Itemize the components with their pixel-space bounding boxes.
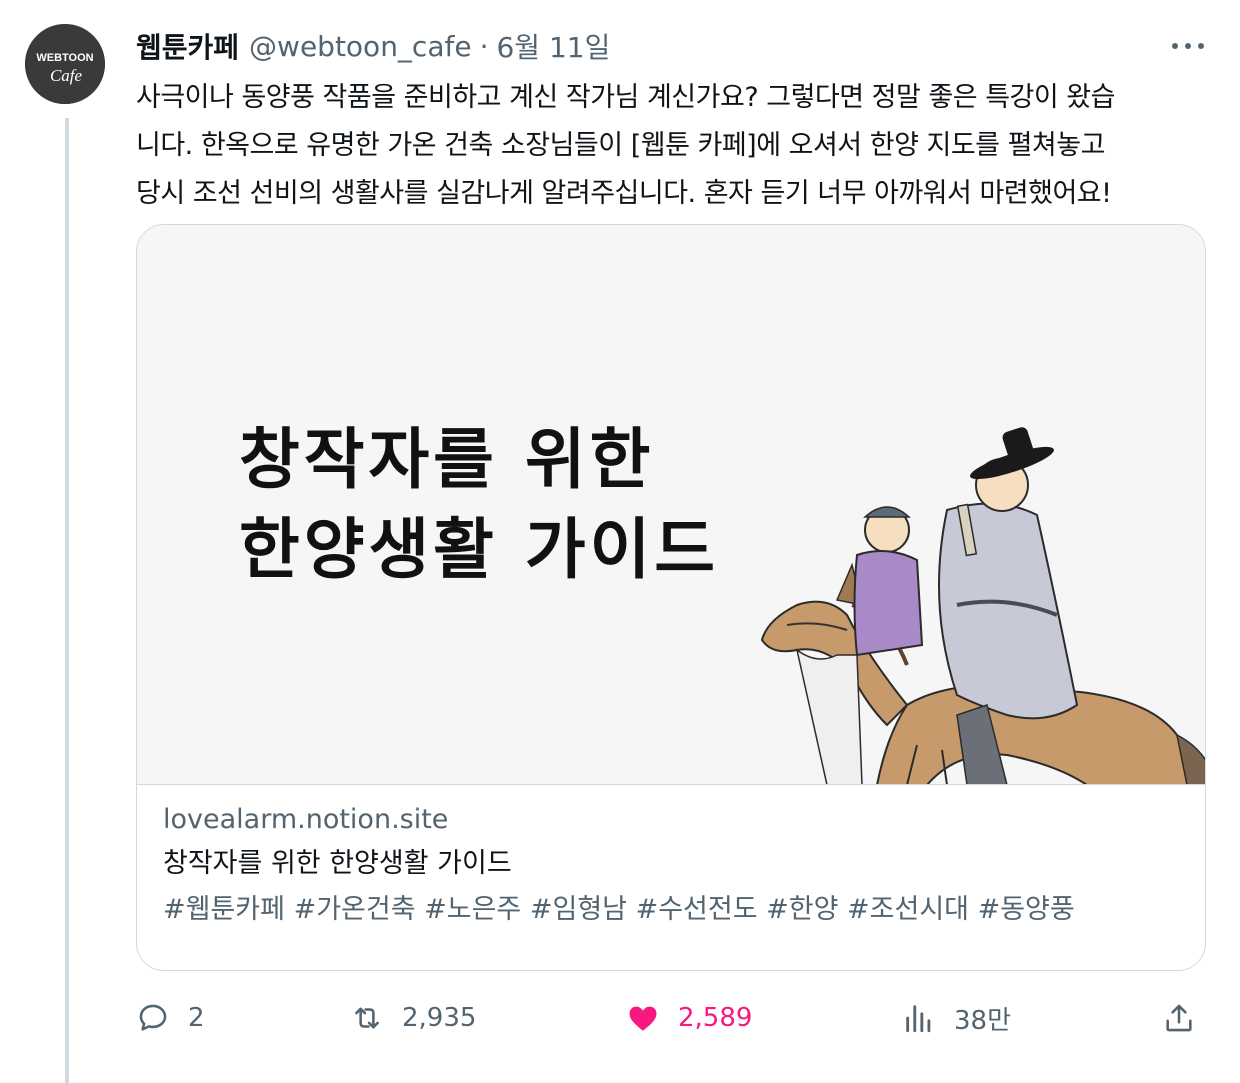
tweet-text-line: 사극이나 동양풍 작품을 준비하고 계신 작가님 계신가요? 그렇다면 정말 좋… <box>136 82 1115 113</box>
tweet[interactable]: 웹툰카페 @webtoon_cafe · 6월 11일 사극이나 동양풍 작품을… <box>136 26 1206 971</box>
tweet-actions: 2 2,935 2,589 38만 <box>136 996 1206 1040</box>
tweet-text-line: 니다. 한옥으로 유명한 가온 건축 소장님들이 [웹툰 카페]에 오셔서 한양… <box>136 130 1105 161</box>
webtoon-cafe-logo: WEBTOON Cafe <box>25 24 105 104</box>
horse-rider-illustration <box>760 427 1205 784</box>
card-meta: lovealarm.notion.site 창작자를 위한 한양생활 가이드 #… <box>163 799 1183 933</box>
retweet-count: 2,935 <box>402 1003 477 1033</box>
tweet-date[interactable]: 6월 11일 <box>496 26 610 66</box>
tweet-header: 웹툰카페 @webtoon_cafe · 6월 11일 <box>136 26 1206 66</box>
svg-text:WEBTOON: WEBTOON <box>36 52 93 64</box>
retweet-button[interactable]: 2,935 <box>350 996 476 1040</box>
link-card[interactable]: 창작자를 위한 한양생활 가이드 lovealarm.notion.site 창… <box>136 224 1206 971</box>
speech-bubble-icon <box>139 1004 167 1031</box>
display-name[interactable]: 웹툰카페 <box>136 26 239 66</box>
card-tags: #웹툰카페 #가온건축 #노은주 #임형남 #수선전도 #한양 #조선시대 #동… <box>163 894 1075 925</box>
card-domain: lovealarm.notion.site <box>163 804 449 835</box>
like-button[interactable]: 2,589 <box>626 996 752 1040</box>
svg-text:Cafe: Cafe <box>50 66 83 85</box>
share-button[interactable] <box>1162 996 1214 1040</box>
view-count: 38만 <box>954 1005 1012 1036</box>
tweet-text-line: 당시 조선 선비의 생활사를 실감나게 알려주십니다. 혼자 듣기 너무 아까워… <box>136 178 1112 209</box>
bar-chart-icon <box>906 1005 931 1033</box>
handle[interactable]: @webtoon_cafe <box>249 30 472 63</box>
share-upload-icon <box>1166 1004 1192 1032</box>
reply-button[interactable]: 2 <box>136 996 205 1040</box>
more-dots-icon[interactable] <box>1170 34 1206 58</box>
like-count: 2,589 <box>678 1003 753 1033</box>
views-button[interactable]: 38만 <box>902 996 1011 1040</box>
thread-line <box>65 118 69 1083</box>
card-title: 창작자를 위한 한양생활 가이드 <box>163 848 512 879</box>
avatar[interactable]: WEBTOON Cafe <box>25 24 105 104</box>
separator: · <box>479 29 489 63</box>
card-image-title: 창작자를 위한 한양생활 가이드 <box>239 421 720 588</box>
retweet-arrows-icon <box>355 1007 379 1029</box>
tweet-text: 사극이나 동양풍 작품을 준비하고 계신 작가님 계신가요? 그렇다면 정말 좋… <box>136 74 1204 218</box>
card-image[interactable]: 창작자를 위한 한양생활 가이드 <box>137 225 1205 785</box>
heart-icon <box>629 1006 657 1031</box>
reply-count: 2 <box>188 1003 205 1033</box>
